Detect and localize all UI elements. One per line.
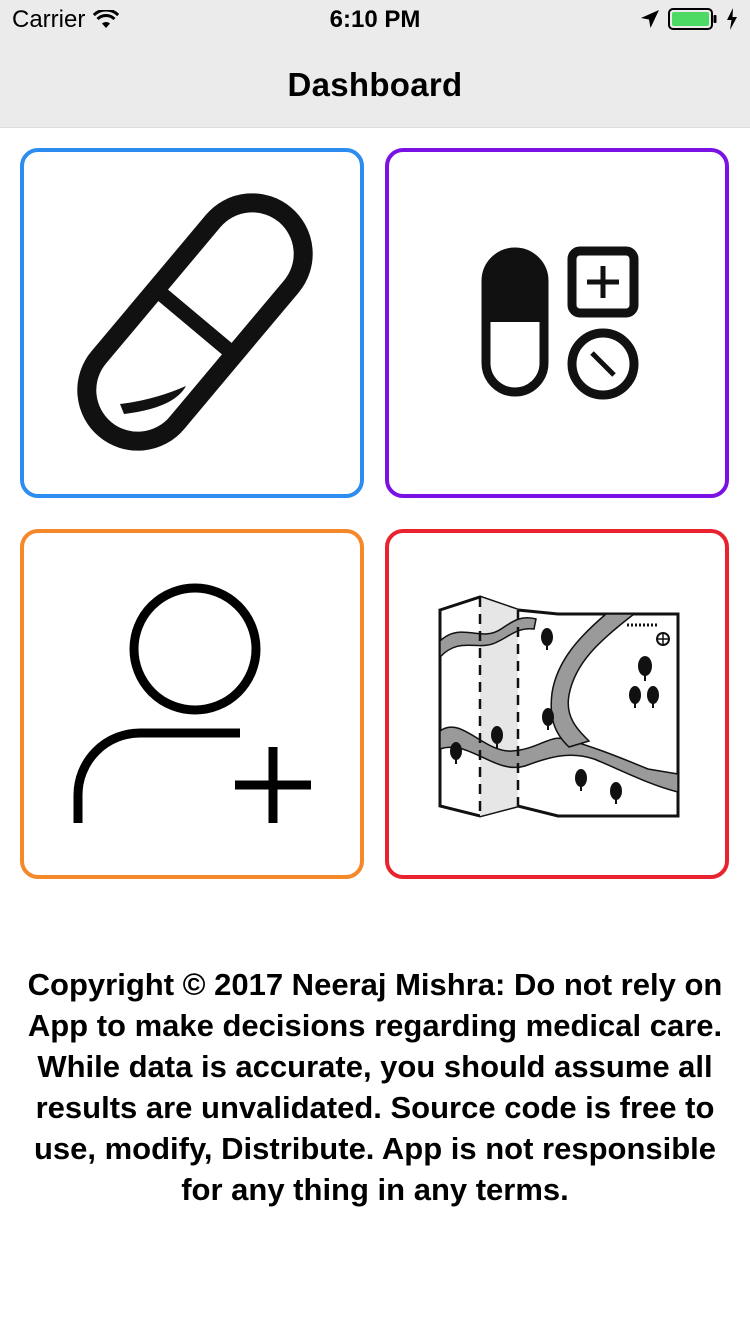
navigation-bar: Dashboard	[0, 40, 750, 128]
clock: 6:10 PM	[329, 6, 421, 33]
pill-capsule-icon	[77, 193, 313, 451]
dose-calculator-tile[interactable]	[385, 148, 729, 498]
map-tile[interactable]	[385, 529, 729, 879]
status-right	[640, 7, 738, 31]
copyright-disclaimer: Copyright © 2017 Neeraj Mishra: Do not r…	[27, 967, 723, 1207]
status-bar: Carrier 6:10 PM	[0, 0, 750, 40]
add-patient-tile[interactable]	[20, 529, 364, 879]
map-icon	[438, 595, 680, 818]
page-title: Dashboard	[287, 66, 463, 103]
pill-calculator-icon	[481, 246, 639, 400]
medication-tile[interactable]	[20, 148, 364, 498]
location-arrow-icon	[641, 10, 659, 28]
add-user-icon	[73, 583, 311, 823]
battery-icon	[668, 8, 717, 30]
charging-bolt-icon	[727, 8, 737, 30]
